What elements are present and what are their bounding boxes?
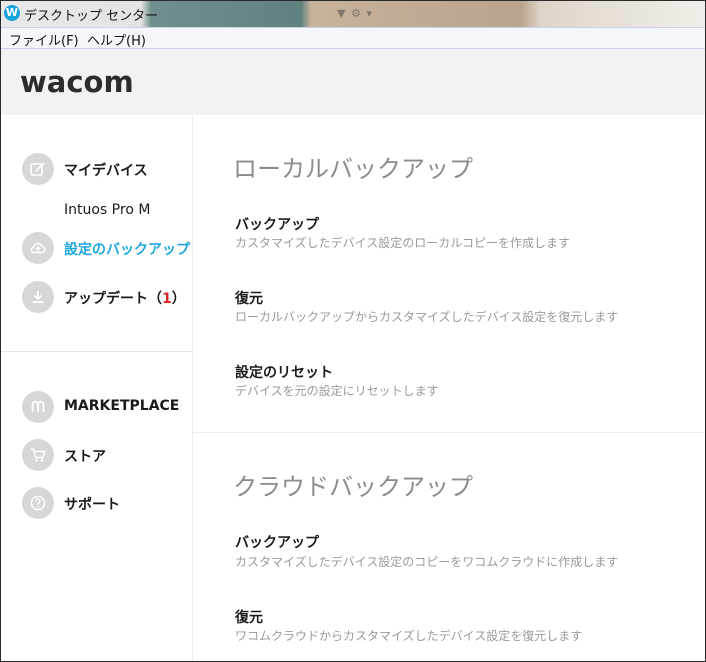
sidebar-item-store[interactable]: ストア xyxy=(1,439,192,479)
marketplace-m-icon xyxy=(22,391,54,423)
sidebar-item-label: 設定のバックアップ xyxy=(64,242,190,258)
sidebar-item-support[interactable]: サポート xyxy=(1,487,192,527)
local-restore-desc: ローカルバックアップからカスタマイズしたデバイス設定を復元します xyxy=(235,310,619,324)
sidebar-item-label: アップデート（1） xyxy=(64,288,186,308)
local-backup-link[interactable]: バックアップ xyxy=(235,214,319,234)
cloud-backup-title: クラウドバックアップ xyxy=(233,473,473,501)
sidebar-item-device[interactable]: Intuos Pro M xyxy=(64,202,150,218)
sidebar-item-label: サポート xyxy=(64,497,120,513)
menu-file[interactable]: ファイル(F) xyxy=(9,30,79,49)
wacom-app-icon: W xyxy=(4,5,20,21)
window-title: デスクトップ センター xyxy=(24,9,159,24)
sidebar-item-marketplace[interactable]: MARKETPLACE xyxy=(1,391,192,431)
local-backup-desc: カスタマイズしたデバイス設定のローカルコピーを作成します xyxy=(235,236,571,250)
menu-help[interactable]: ヘルプ(H) xyxy=(87,30,146,49)
app-window: W デスクトップ センター ▼ ⚙ ▾ ファイル(F) ヘルプ(H) wacom… xyxy=(0,0,706,662)
sidebar-item-label: マイデバイス xyxy=(64,163,148,179)
cloud-backup-desc: カスタマイズしたデバイス設定のコピーをワコムクラウドに作成します xyxy=(235,555,619,569)
sidebar-item-backup[interactable]: 設定のバックアップ xyxy=(1,232,192,272)
help-question-icon xyxy=(22,487,54,519)
edit-device-icon xyxy=(22,153,54,185)
menu-bar: ファイル(F) ヘルプ(H) xyxy=(1,27,705,49)
wacom-logo: wacom xyxy=(20,65,134,99)
sidebar-item-label: ストア xyxy=(64,449,106,465)
cloud-backup-link[interactable]: バックアップ xyxy=(235,532,319,552)
cloud-restore-desc: ワコムクラウドからカスタマイズしたデバイス設定を復元します xyxy=(235,629,583,643)
shopping-cart-icon xyxy=(22,439,54,471)
reset-settings-link[interactable]: 設定のリセット xyxy=(235,362,333,382)
local-backup-title: ローカルバックアップ xyxy=(233,155,473,183)
background-window-glyphs: ▼ ⚙ ▾ xyxy=(337,7,373,20)
sidebar: マイデバイス Intuos Pro M 設定のバックアップ アップデート（1） xyxy=(1,115,193,661)
app-header: wacom xyxy=(1,49,705,115)
local-restore-link[interactable]: 復元 xyxy=(235,288,263,308)
download-icon xyxy=(22,281,54,313)
sidebar-item-updates[interactable]: アップデート（1） xyxy=(1,281,192,321)
update-count-badge: 1 xyxy=(162,291,172,307)
reset-settings-desc: デバイスを元の設定にリセットします xyxy=(235,384,439,398)
sidebar-item-my-devices[interactable]: マイデバイス xyxy=(1,153,192,193)
main-content: ローカルバックアップ バックアップ カスタマイズしたデバイス設定のローカルコピー… xyxy=(193,115,705,661)
update-badge-close: ） xyxy=(171,291,186,307)
sidebar-divider xyxy=(1,351,192,352)
cloud-restore-link[interactable]: 復元 xyxy=(235,607,263,627)
update-badge-open: （ xyxy=(148,291,162,307)
cloud-upload-icon xyxy=(22,232,54,264)
section-divider xyxy=(193,432,705,433)
title-bar[interactable]: W デスクトップ センター ▼ ⚙ ▾ xyxy=(1,1,705,27)
update-label-text: アップデート xyxy=(64,291,148,307)
sidebar-item-label: MARKETPLACE xyxy=(64,398,180,414)
